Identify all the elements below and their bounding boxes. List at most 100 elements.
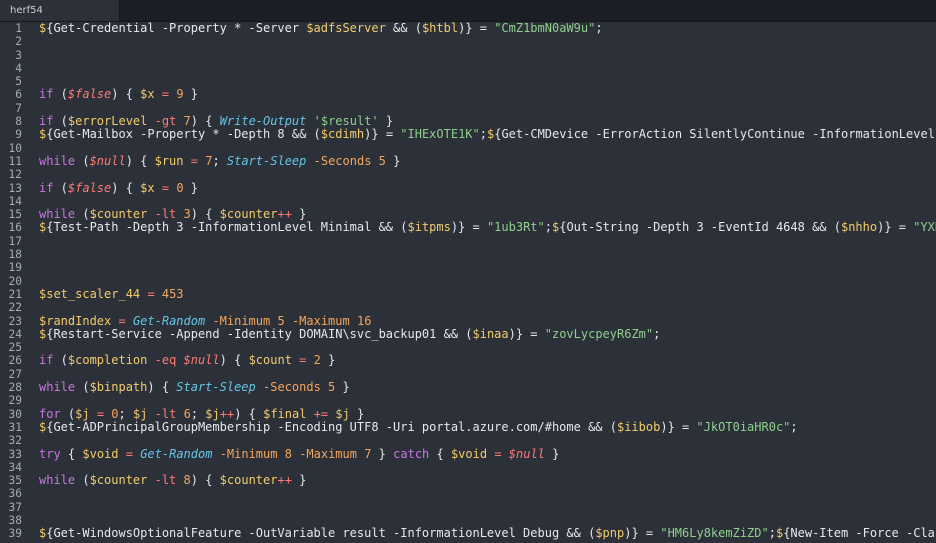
code-line[interactable]: 15 while ($counter -lt 3) { $counter++ }: [0, 207, 936, 222]
code-line[interactable]: 30 for ($j = 0; $j -lt 6; $j++) { $final …: [0, 406, 936, 421]
line-number: 36: [8, 487, 22, 501]
code-token: $false: [67, 180, 112, 195]
code-line[interactable]: 24 ${Restart-Service -Append -Identity DO…: [0, 326, 936, 341]
line-number: 28: [8, 381, 22, 395]
code-line[interactable]: 22: [0, 301, 936, 314]
code-token: catch: [393, 446, 430, 461]
code-line[interactable]: 34: [0, 461, 936, 474]
code-token: 5: [378, 153, 386, 168]
code-line[interactable]: 35 while ($counter -lt 8) { $counter++ }: [0, 473, 936, 488]
code-line[interactable]: 3: [0, 49, 936, 62]
line-code: ${Get-Credential -Property * -Server $ad…: [39, 22, 603, 35]
code-line[interactable]: 28 while ($binpath) { Start-Sleep -Second…: [0, 380, 936, 395]
code-line[interactable]: 10: [0, 142, 936, 155]
code-token: )} =: [624, 526, 661, 541]
code-line[interactable]: 29: [0, 394, 936, 407]
code-line[interactable]: 16 ${Test-Path -Depth 3 -InformationLevel…: [0, 220, 936, 235]
code-line[interactable]: 14: [0, 195, 936, 208]
code-line[interactable]: 8 if ($errorLevel -gt 7) { Write-Output '…: [0, 114, 936, 129]
code-token: (: [53, 87, 68, 102]
code-token: while: [39, 207, 76, 222]
line-number: 39: [8, 527, 22, 541]
code-token: 16: [356, 313, 372, 328]
code-line[interactable]: 17: [0, 235, 936, 248]
code-line[interactable]: 9 ${Get-Mailbox -Property * -Depth 8 && (…: [0, 128, 936, 142]
code-token: $adfsServer: [306, 22, 386, 35]
code-line[interactable]: 39 ${Get-WindowsOptionalFeature -OutVaria…: [0, 526, 936, 541]
code-token: {Test-Path -Depth 3 -InformationLevel Mi…: [46, 220, 408, 235]
code-token: 2: [313, 353, 321, 368]
code-line[interactable]: 38: [0, 514, 936, 527]
code-line[interactable]: 7: [0, 102, 936, 115]
line-number: 10: [8, 141, 22, 155]
code-line[interactable]: 1 ${Get-Credential -Property * -Server $a…: [0, 22, 936, 35]
code-token: ) {: [111, 180, 141, 195]
code-token: $counter: [89, 473, 148, 488]
code-token: 0: [111, 406, 119, 421]
code-line[interactable]: 6 if ($false) { $x = 9 }: [0, 87, 936, 102]
code-line[interactable]: 2: [0, 35, 936, 48]
code-token: }: [371, 446, 394, 461]
code-token: )} =: [660, 419, 697, 434]
line-number: 19: [8, 261, 22, 275]
code-line[interactable]: 18: [0, 248, 936, 261]
code-token: '$result': [313, 114, 379, 129]
line-number: 15: [8, 208, 22, 222]
code-line[interactable]: 23 $randIndex = Get-Random -Minimum 5 -Ma…: [0, 313, 936, 328]
code-token: "HM6Ly8kemZiZD": [660, 526, 769, 541]
code-token: if: [39, 353, 54, 368]
code-line[interactable]: 11 while ($null) { $run = 7; Start-Sleep …: [0, 153, 936, 168]
code-token: =: [147, 286, 155, 301]
code-token: -lt: [154, 473, 177, 488]
code-token: Write-Output: [219, 114, 307, 129]
code-line[interactable]: 27: [0, 368, 936, 381]
code-token: $null: [89, 153, 126, 168]
tab-file[interactable]: herf54: [0, 0, 120, 21]
code-token: 8: [284, 446, 292, 461]
code-line[interactable]: 19: [0, 261, 936, 274]
code-token: ) {: [190, 207, 220, 222]
line-code: while ($counter -lt 8) { $counter++ }: [39, 473, 306, 488]
line-number: 35: [8, 474, 22, 488]
code-token: }: [183, 180, 199, 195]
code-token: while: [39, 153, 76, 168]
code-line[interactable]: 26 if ($completion -eq $null) { $count = …: [0, 353, 936, 368]
code-token: $itpms: [407, 220, 451, 235]
code-token: }: [320, 353, 336, 368]
code-line[interactable]: 12: [0, 168, 936, 181]
code-token: $x: [140, 180, 155, 195]
line-number: 34: [8, 460, 22, 474]
code-line[interactable]: 37: [0, 501, 936, 514]
line-number: 24: [8, 327, 22, 341]
code-token: {Out-String -Depth 3 -EventId 4648 && (: [559, 220, 841, 235]
line-number: 23: [8, 314, 22, 328]
line-number: 16: [8, 221, 22, 235]
code-line[interactable]: 21 $set_scaler_44 = 453: [0, 286, 936, 301]
code-token: $null: [183, 353, 220, 368]
code-line[interactable]: 4: [0, 62, 936, 75]
code-line[interactable]: 13 if ($false) { $x = 0 }: [0, 180, 936, 195]
line-number: 20: [8, 274, 22, 288]
line-number: 21: [8, 287, 22, 301]
code-line[interactable]: 32: [0, 434, 936, 447]
code-line[interactable]: 5: [0, 75, 936, 88]
code-line[interactable]: 31 ${Get-ADPrincipalGroupMembership -Enco…: [0, 419, 936, 434]
code-token: -lt: [154, 406, 177, 421]
code-line[interactable]: 33 try { $void = Get-Random -Minimum 8 -M…: [0, 446, 936, 461]
code-line[interactable]: 25: [0, 341, 936, 354]
code-token: $counter: [219, 207, 278, 222]
code-token: ;: [653, 326, 661, 341]
code-editor[interactable]: 1 ${Get-Credential -Property * -Server $a…: [0, 22, 936, 543]
code-line[interactable]: 20: [0, 275, 936, 288]
code-token: }: [183, 87, 199, 102]
code-token: ) {: [190, 473, 220, 488]
code-line[interactable]: 36: [0, 487, 936, 500]
code-token: ;: [190, 406, 206, 421]
